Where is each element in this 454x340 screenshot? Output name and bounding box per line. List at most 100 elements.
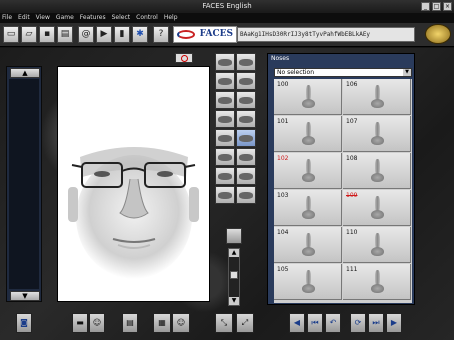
close-button[interactable]: ×: [443, 2, 452, 11]
monitor-button[interactable]: ▬: [72, 313, 88, 333]
first-button[interactable]: ⏮: [307, 313, 323, 333]
menu-file[interactable]: File: [2, 13, 12, 23]
document-icon: ▦: [158, 318, 166, 327]
nose-thumbnail: [369, 196, 385, 222]
nose-option[interactable]: 105: [274, 264, 342, 300]
last-button[interactable]: ⏭: [368, 313, 384, 333]
printer-icon: ▤: [126, 318, 134, 327]
trash-button[interactable]: [226, 228, 242, 244]
nose-option[interactable]: 108: [343, 153, 411, 189]
slider-down-arrow[interactable]: ▼: [229, 297, 239, 305]
cue-icon: ▮: [119, 29, 125, 39]
dropdown-value: No selection: [277, 69, 315, 76]
nose-number: 107: [346, 118, 358, 125]
new-button[interactable]: ▭: [3, 26, 19, 43]
rail-scroll-up[interactable]: ▲: [10, 68, 40, 78]
feature-hair-1[interactable]: [215, 53, 235, 71]
eyebrows-icon: [239, 97, 253, 104]
nose-number: 101: [277, 118, 289, 125]
expand-icon: ⤢: [241, 318, 249, 327]
move-right-button[interactable]: ▶: [386, 313, 402, 333]
menu-edit[interactable]: Edit: [18, 13, 30, 23]
shrink-button[interactable]: ⤡: [215, 313, 233, 333]
nose-option[interactable]: 109: [343, 190, 411, 226]
feature-glasses[interactable]: [236, 110, 256, 128]
feature-head-1[interactable]: [215, 72, 235, 90]
menu-select[interactable]: Select: [112, 13, 131, 23]
menu-control[interactable]: Control: [136, 13, 158, 23]
help-button[interactable]: ?: [153, 26, 169, 43]
feature-chin[interactable]: [236, 167, 256, 185]
compare-button[interactable]: ▦: [153, 313, 171, 333]
play-button[interactable]: ▶: [96, 26, 112, 43]
composite-face-canvas[interactable]: [57, 66, 210, 302]
feature-palette: [215, 53, 259, 238]
face-code-field[interactable]: BAaKg1IHsD30RrIJ3y8tTyvPahfWbEBLkAEy: [237, 27, 415, 42]
faces-logo: FACES: [173, 26, 237, 43]
camera-button[interactable]: ◙: [16, 313, 32, 333]
eyebrows-icon: [218, 97, 232, 104]
rail-scroll-down[interactable]: ▼: [10, 291, 40, 301]
nose-option[interactable]: 110: [343, 227, 411, 263]
face-view-button[interactable]: ☺: [89, 313, 105, 333]
open-button[interactable]: ▱: [21, 26, 37, 43]
nose-option[interactable]: 104: [274, 227, 342, 263]
menu-view[interactable]: View: [36, 13, 50, 23]
nose-option[interactable]: 100: [274, 79, 342, 115]
feature-eyebrows-2[interactable]: [236, 91, 256, 109]
menu-features[interactable]: Features: [80, 13, 106, 23]
feature-lips[interactable]: [236, 148, 256, 166]
cue-button[interactable]: ▮: [114, 26, 130, 43]
hair-icon: [218, 59, 232, 66]
minimize-button[interactable]: _: [421, 2, 430, 11]
award-badge-icon: [425, 24, 451, 44]
nose-option[interactable]: 102: [274, 153, 342, 189]
refresh-button[interactable]: ⟳: [350, 313, 366, 333]
nose-number: 100: [277, 81, 289, 88]
nose-thumbnail: [300, 196, 316, 222]
nose-option[interactable]: 107: [343, 116, 411, 152]
feature-moustache[interactable]: [215, 167, 235, 185]
menu-game[interactable]: Game: [56, 13, 74, 23]
head-icon: [218, 78, 232, 85]
camera-icon: ◙: [20, 318, 28, 327]
nose-thumbnail: [300, 85, 316, 111]
profile-button[interactable]: ☺: [172, 313, 190, 333]
menu-help[interactable]: Help: [164, 13, 178, 23]
undo-button[interactable]: ↶: [325, 313, 341, 333]
save-icon: ▪: [43, 29, 51, 39]
feature-beard[interactable]: [215, 186, 235, 204]
nose-option[interactable]: 111: [343, 264, 411, 300]
slider-thumb[interactable]: [230, 271, 238, 279]
print-button[interactable]: ▤: [57, 26, 73, 43]
maximize-button[interactable]: □: [432, 2, 441, 11]
feature-ears[interactable]: [236, 186, 256, 204]
print-face-button[interactable]: ▤: [122, 313, 138, 333]
feature-nose-a[interactable]: [215, 129, 235, 147]
feature-head-2[interactable]: [236, 72, 256, 90]
no-selection-button[interactable]: [175, 53, 193, 63]
slider-up-arrow[interactable]: ▲: [229, 249, 239, 257]
save-button[interactable]: ▪: [39, 26, 55, 43]
feature-eyebrows-1[interactable]: [215, 91, 235, 109]
feature-nose-selected[interactable]: [236, 129, 256, 147]
eyes-icon: [218, 116, 232, 123]
snowflake-button[interactable]: ✱: [132, 26, 148, 43]
nose-option[interactable]: 103: [274, 190, 342, 226]
spiral-button[interactable]: @: [78, 26, 94, 43]
feature-eyes[interactable]: [215, 110, 235, 128]
selection-dropdown[interactable]: No selection ▼: [274, 68, 412, 77]
feature-hair-2[interactable]: [236, 53, 256, 71]
feature-mouth[interactable]: [215, 148, 235, 166]
mouth-icon: [218, 154, 232, 161]
move-left-button[interactable]: ◀: [289, 313, 305, 333]
adjust-slider[interactable]: ▲ ▼: [228, 248, 240, 306]
nose-number: 108: [346, 155, 358, 162]
nose-option[interactable]: 101: [274, 116, 342, 152]
expand-button[interactable]: ⤢: [236, 313, 254, 333]
nose-option[interactable]: 106: [343, 79, 411, 115]
arrow-up-icon: ▲: [22, 69, 28, 77]
play-icon: ▶: [100, 29, 108, 39]
nose-thumbnail: [369, 270, 385, 296]
gallery-list[interactable]: [9, 79, 39, 289]
